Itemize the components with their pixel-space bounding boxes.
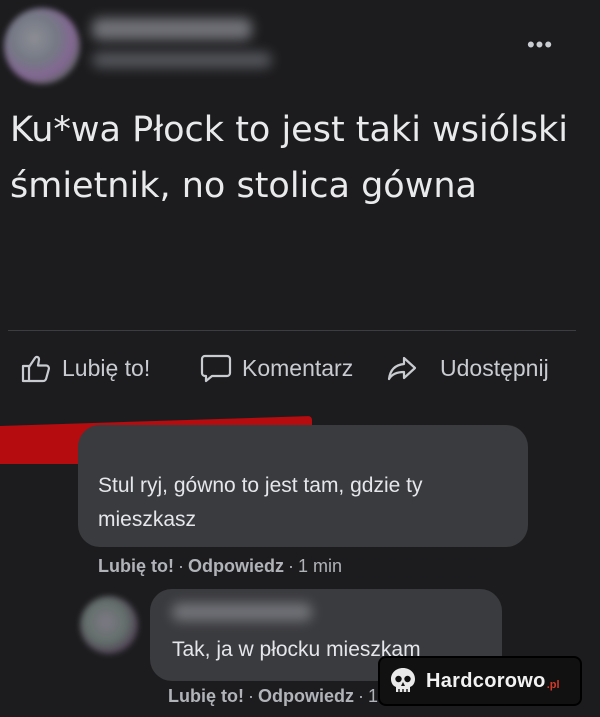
post-author-name-blurred[interactable] <box>92 18 252 40</box>
comment-2-reply-link[interactable]: Odpowiedz <box>258 686 354 706</box>
like-button[interactable]: Lubię to! <box>20 346 150 390</box>
share-arrow-icon <box>387 356 417 381</box>
divider <box>8 330 576 331</box>
post-text: Ku*wa Płock to jest taki wsiólski śmietn… <box>10 110 569 206</box>
share-button[interactable]: Udostępnij <box>386 346 549 390</box>
share-label-text: Udostępnij <box>440 354 549 381</box>
comment-1-meta: Lubię to! · Odpowiedz · 1 min <box>98 556 342 576</box>
reply-author-avatar[interactable] <box>80 596 138 654</box>
more-options-button[interactable]: ••• <box>520 30 560 60</box>
comment-icon <box>200 354 232 383</box>
comment-bubble-1[interactable]: Stul ryj, gówno to jest tam, gdzie ty mi… <box>78 425 528 547</box>
comment-1-text: Stul ryj, gówno to jest tam, gdzie ty mi… <box>98 474 423 531</box>
post-actions: Lubię to! Komentarz Udostępnij <box>0 346 600 390</box>
watermark-tld: .pl <box>546 679 560 691</box>
comment-1-reply-link[interactable]: Odpowiedz <box>188 556 284 576</box>
skull-logo-icon <box>391 668 415 692</box>
like-label: Lubię to! <box>62 354 151 381</box>
hardcorowo-watermark: Hardcorowo .pl <box>380 658 580 704</box>
watermark-brand: Hardcorowo <box>426 669 546 692</box>
comment-1-like-link[interactable]: Lubię to! <box>98 556 174 576</box>
thumbs-up-icon <box>21 355 51 383</box>
post-meta-blurred <box>92 52 272 68</box>
comment-button[interactable]: Komentarz <box>200 346 353 390</box>
reply-author-name-blurred[interactable] <box>172 603 312 621</box>
comment-label: Komentarz <box>242 354 354 381</box>
comment-1-time: 1 min <box>297 556 342 576</box>
comment-2-like-link[interactable]: Lubię to! <box>168 686 244 706</box>
comment-2-meta: Lubię to!·Odpowiedz·1 min <box>168 686 412 707</box>
post-author-avatar[interactable] <box>4 8 80 84</box>
